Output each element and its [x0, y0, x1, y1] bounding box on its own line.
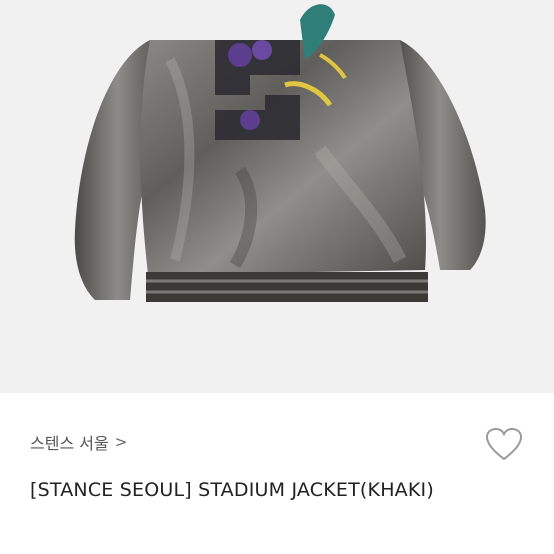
brand-name: 스텐스 서울	[30, 434, 109, 453]
brand-link[interactable]: 스텐스 서울 >	[30, 430, 127, 454]
chevron-right-icon: >	[114, 433, 128, 451]
heart-outline-icon	[485, 427, 523, 461]
product-title: [STANCE SEOUL] STADIUM JACKET(KHAKI)	[30, 479, 434, 501]
jacket-image	[74, 4, 486, 302]
product-photo[interactable]	[0, 0, 554, 393]
wishlist-button[interactable]	[484, 426, 524, 462]
